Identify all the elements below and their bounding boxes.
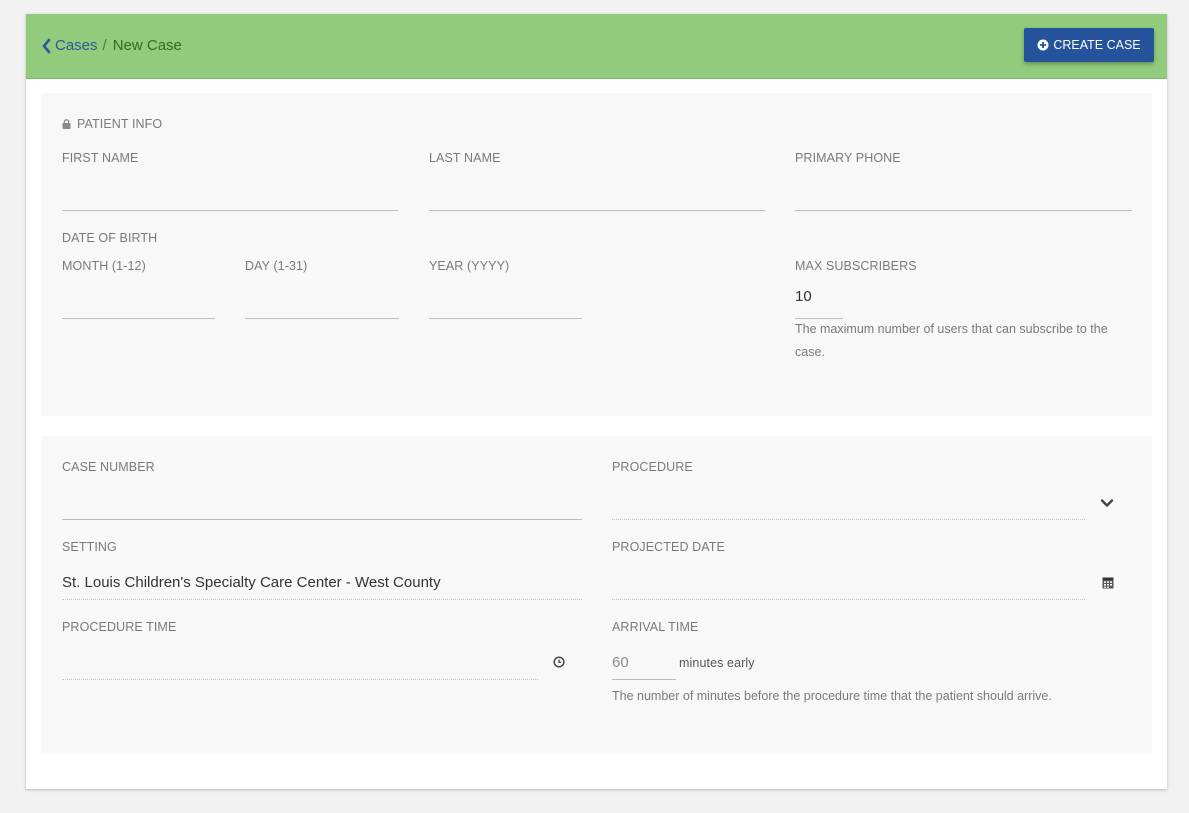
chevron-left-icon: [42, 38, 51, 53]
primary-phone-input[interactable]: [795, 181, 1132, 211]
breadcrumb-current: New Case: [112, 37, 182, 54]
create-case-label: CREATE CASE: [1053, 38, 1141, 52]
projected-date-label: PROJECTED DATE: [612, 540, 725, 554]
lock-icon: [62, 119, 71, 129]
breadcrumb-parent-label: Cases: [55, 37, 98, 54]
procedure-label: PROCEDURE: [612, 460, 693, 474]
patient-info-heading: PATIENT INFO: [62, 117, 162, 131]
date-of-birth-label: DATE OF BIRTH: [62, 231, 158, 245]
arrival-time-label: ARRIVAL TIME: [612, 620, 699, 634]
dob-month-input[interactable]: [62, 289, 215, 319]
arrival-time-suffix: minutes early: [679, 656, 755, 670]
breadcrumb-cases-link[interactable]: Cases: [41, 37, 98, 54]
breadcrumb-separator: /: [102, 37, 107, 54]
dob-year-input[interactable]: [429, 289, 582, 319]
procedure-time-input[interactable]: [62, 650, 538, 680]
max-subscribers-input[interactable]: 10: [795, 284, 843, 319]
case-number-input[interactable]: [62, 490, 582, 520]
arrival-time-input[interactable]: 60: [612, 650, 676, 680]
case-number-label: CASE NUMBER: [62, 460, 155, 474]
last-name-label: LAST NAME: [429, 151, 501, 165]
last-name-input[interactable]: [429, 181, 765, 211]
projected-date-input[interactable]: [612, 570, 1085, 600]
procedure-select[interactable]: [612, 490, 1085, 520]
patient-info-title: PATIENT INFO: [77, 117, 163, 131]
arrival-time-help: The number of minutes before the procedu…: [612, 689, 1052, 703]
new-case-card: Cases / New Case CREATE CASE PATIENT INF…: [26, 14, 1167, 789]
dob-day-label: DAY (1-31): [245, 259, 308, 273]
case-info-section: CASE NUMBER PROCEDURE SETTING St. Louis …: [41, 436, 1152, 753]
chevron-down-icon[interactable]: [1100, 496, 1114, 510]
dob-day-input[interactable]: [245, 289, 399, 319]
breadcrumb: Cases / New Case: [41, 37, 182, 54]
max-subscribers-help: The maximum number of users that can sub…: [795, 322, 1108, 359]
dob-month-label: MONTH (1-12): [62, 259, 146, 273]
create-case-button[interactable]: CREATE CASE: [1024, 28, 1154, 62]
patient-info-section: PATIENT INFO FIRST NAME LAST NAME PRIMAR…: [41, 93, 1152, 416]
clock-icon[interactable]: [553, 656, 565, 668]
plus-circle-icon: [1037, 39, 1049, 51]
dob-year-label: YEAR (YYYY): [429, 259, 510, 273]
first-name-label: FIRST NAME: [62, 151, 139, 165]
procedure-time-label: PROCEDURE TIME: [62, 620, 177, 634]
calendar-icon[interactable]: [1102, 576, 1114, 589]
page-header: Cases / New Case CREATE CASE: [26, 14, 1167, 79]
max-subscribers-label: MAX SUBSCRIBERS: [795, 259, 917, 273]
primary-phone-label: PRIMARY PHONE: [795, 151, 901, 165]
setting-label: SETTING: [62, 540, 117, 554]
first-name-input[interactable]: [62, 181, 398, 211]
setting-select[interactable]: St. Louis Children's Specialty Care Cent…: [62, 570, 582, 600]
